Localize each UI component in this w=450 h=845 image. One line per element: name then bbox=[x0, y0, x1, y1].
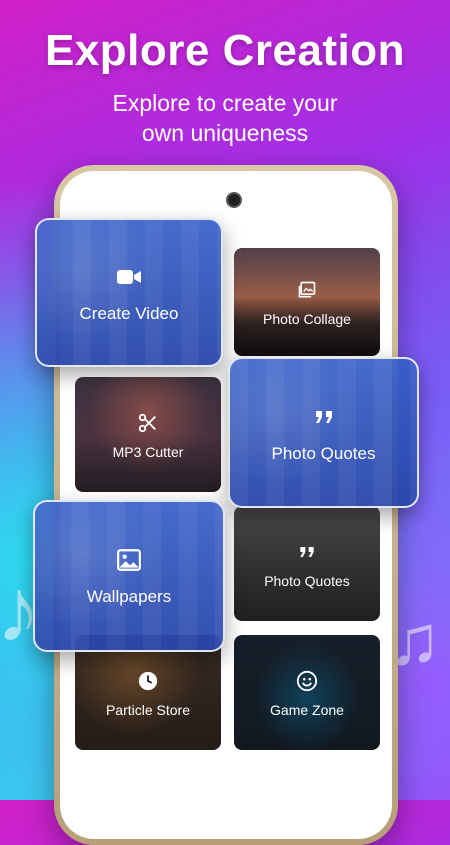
video-camera-icon bbox=[114, 262, 144, 292]
create-video-tile[interactable]: Create Video bbox=[35, 218, 223, 367]
collage-icon bbox=[294, 277, 320, 303]
game-zone-tile[interactable]: Game Zone bbox=[234, 635, 380, 750]
front-camera bbox=[226, 192, 242, 208]
page-title: Explore Creation bbox=[44, 26, 406, 75]
particle-store-label: Particle Store bbox=[105, 701, 191, 718]
page-subtitle: Explore to create your own uniqueness bbox=[112, 90, 338, 146]
create-video-label: Create Video bbox=[79, 303, 179, 323]
mp3-cutter-tile[interactable]: MP3 Cutter bbox=[75, 377, 221, 492]
quote-icon bbox=[309, 402, 339, 432]
photo-quotes-label: Photo Quotes bbox=[271, 443, 376, 463]
quote-icon bbox=[294, 539, 320, 565]
image-icon bbox=[114, 545, 144, 575]
particle-store-tile[interactable]: Particle Store bbox=[75, 635, 221, 750]
game-zone-label: Game Zone bbox=[270, 701, 344, 718]
photo-collage-label: Photo Collage bbox=[263, 311, 351, 327]
scissors-icon bbox=[135, 410, 161, 436]
clock-icon bbox=[135, 668, 161, 694]
photo-quotes-tile[interactable]: Photo Quotes bbox=[228, 357, 419, 508]
smiley-icon bbox=[294, 668, 320, 694]
photo-quotes-tile-small[interactable]: Photo Quotes bbox=[234, 506, 380, 621]
photo-collage-tile[interactable]: Photo Collage bbox=[234, 248, 380, 356]
wallpapers-tile[interactable]: Wallpapers bbox=[33, 500, 225, 652]
wallpapers-label: Wallpapers bbox=[86, 587, 172, 606]
mp3-cutter-label: MP3 Cutter bbox=[112, 443, 184, 460]
photo-quotes-label-small: Photo Quotes bbox=[264, 572, 350, 589]
